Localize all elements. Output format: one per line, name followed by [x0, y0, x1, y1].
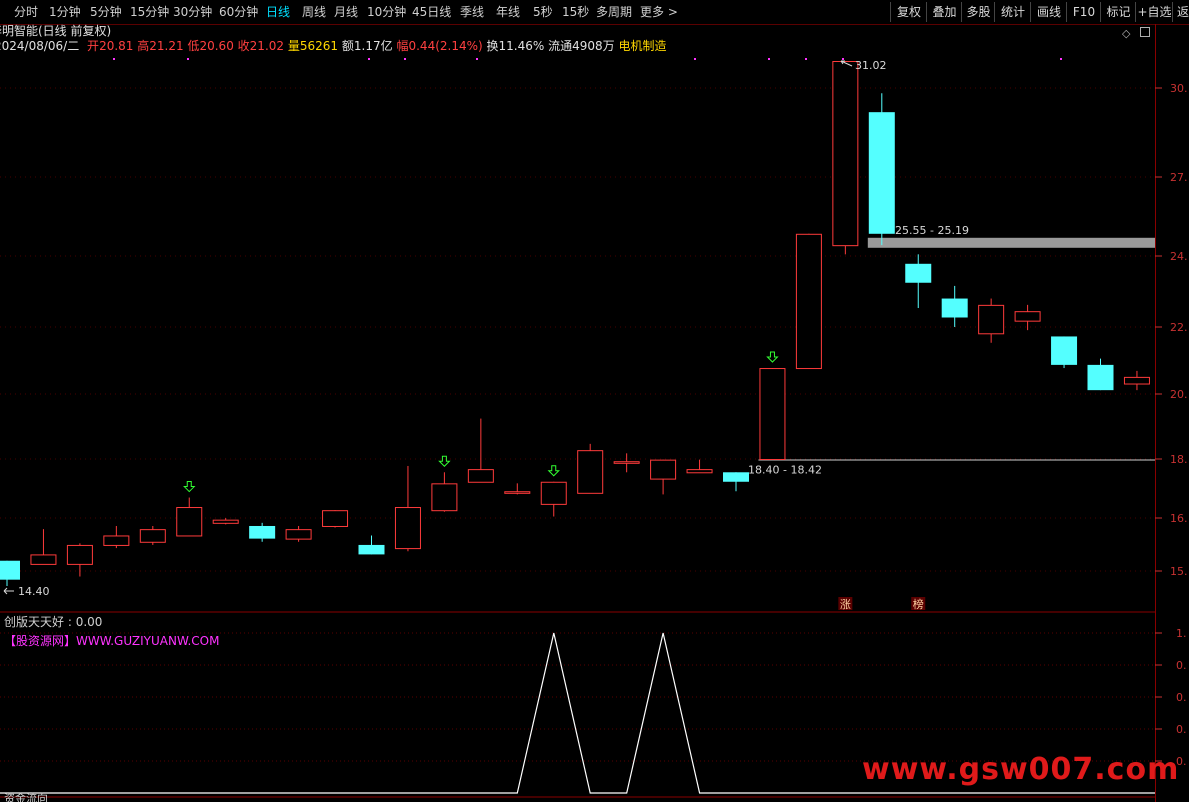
indicator-tick-label: 1. — [1176, 627, 1187, 640]
indicator-tick-label: 0. — [1176, 659, 1187, 672]
event-dot — [1060, 58, 1062, 60]
candle-body-down — [249, 525, 276, 539]
watermark: www.gsw007.com — [862, 752, 1180, 787]
candle-body-up — [30, 554, 57, 565]
candle-body-down — [905, 263, 932, 283]
signal-arrow-icon — [766, 351, 779, 363]
event-dot — [113, 58, 115, 60]
signal-arrow-icon — [183, 481, 196, 493]
gap-upper-label: 25.55 - 25.19 — [895, 224, 969, 237]
candle-body-up — [504, 491, 531, 494]
low-price-label: 14.40 — [18, 585, 50, 598]
candle-body-up — [467, 469, 494, 483]
candle-body-up — [1123, 376, 1150, 385]
candle-body-down — [1051, 336, 1078, 365]
candle-body-up — [1014, 311, 1041, 322]
candle-body-down — [723, 472, 749, 482]
low-arrow-icon — [3, 587, 14, 595]
event-dot — [404, 58, 406, 60]
candle-body-down — [868, 112, 895, 234]
event-dot — [768, 58, 770, 60]
price-tick-label: 16. — [1170, 512, 1188, 525]
event-dot — [476, 58, 478, 60]
event-dot — [842, 58, 844, 60]
indicator-value: 0.00 — [75, 615, 103, 629]
price-tick-label: 27. — [1170, 171, 1188, 184]
price-tick-label: 24. — [1170, 250, 1188, 263]
price-tick-label: 22. — [1170, 321, 1188, 334]
marker-label: 榜 — [913, 597, 924, 611]
candle-body-up — [285, 529, 312, 540]
price-tick-label: 20. — [1170, 388, 1188, 401]
candle-body-up — [322, 510, 349, 527]
candle-body-up — [978, 304, 1005, 335]
indicator-site: 【股资源网】WWW.GUZIYUANW.COM — [4, 634, 220, 648]
candle-body-down — [941, 298, 968, 318]
candle-body-down — [358, 544, 385, 555]
footer-tab[interactable]: 资金流向 — [4, 790, 48, 802]
indicator-name: 创版天天好 — [4, 615, 65, 629]
candle-body-up — [176, 507, 203, 537]
event-dot — [805, 58, 807, 60]
candle-body-up — [66, 544, 93, 565]
event-dot — [694, 58, 696, 60]
price-tick-label: 15. — [1170, 565, 1188, 578]
indicator-tick-label: 0. — [1176, 723, 1187, 736]
indicator-tick-label: 0. — [1176, 691, 1187, 704]
event-dot — [187, 58, 189, 60]
candle-body-up — [103, 535, 130, 546]
candle-body-up — [795, 233, 822, 370]
candle-body-up — [577, 450, 604, 494]
candle-body-up — [139, 529, 166, 543]
event-dot — [368, 58, 370, 60]
candle-body-up — [212, 519, 239, 524]
candle-body-up — [540, 481, 567, 505]
high-price-label: 31.02 — [855, 59, 887, 72]
price-tick-label: 30. — [1170, 82, 1188, 95]
indicator-title[interactable]: 创版天天好 : 0.00 — [4, 613, 102, 630]
candle-body-down — [1087, 364, 1114, 391]
marker-label: 涨 — [840, 598, 851, 611]
candle-body-up — [686, 469, 713, 474]
signal-arrow-icon — [438, 455, 451, 467]
gap-band — [867, 237, 1155, 248]
candle-body-up — [832, 61, 859, 247]
gap-lower-label: 18.40 - 18.42 — [748, 464, 822, 477]
signal-arrow-icon — [547, 465, 560, 477]
candle-body-up — [394, 507, 421, 550]
candle-body-up — [759, 368, 786, 461]
candle-body-down — [0, 560, 20, 580]
kline-chart[interactable]: 30.27.24.22.20.18.16.15.1.0.0.0.0.14.403… — [0, 0, 1189, 802]
candle-body-up — [431, 483, 458, 512]
candle-body-up — [650, 459, 677, 480]
candle-body-up — [613, 461, 640, 464]
price-tick-label: 18. — [1170, 453, 1188, 466]
